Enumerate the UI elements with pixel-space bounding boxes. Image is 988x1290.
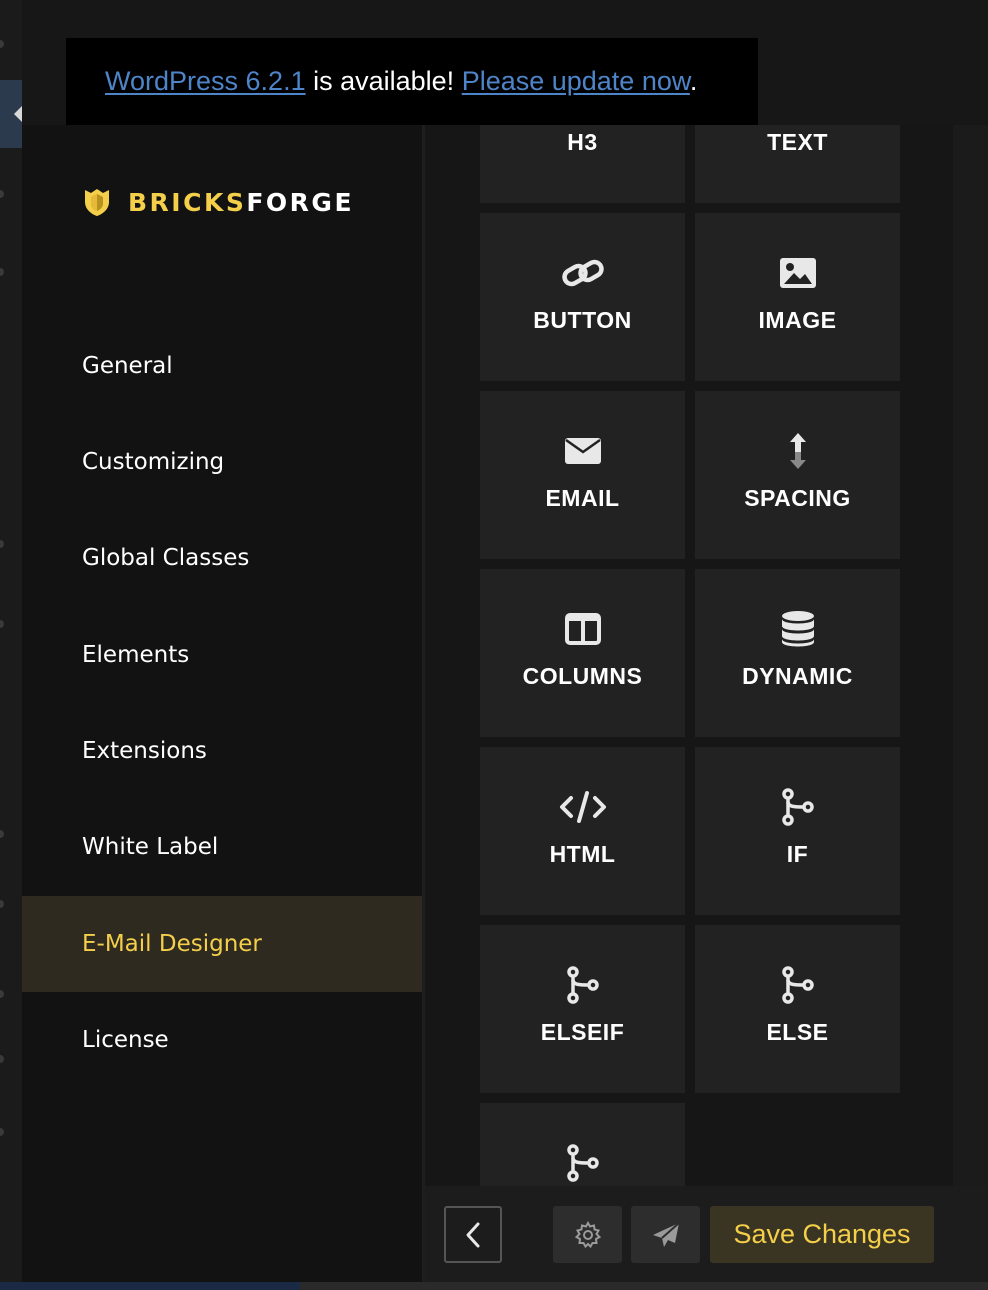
branch-icon [480,966,685,1004]
settings-button[interactable] [553,1206,622,1263]
element-label: HTML [549,841,616,867]
sidebar-item-email-designer[interactable]: E-Mail Designer [22,896,422,992]
update-notice: WordPress 6.2.1 is available! Please upd… [66,38,758,125]
editor-footer-toolbar: Save Changes [425,1186,988,1282]
element-label: SPACING [744,485,851,511]
window-bottom-edge [0,1282,988,1290]
wp-menu-icon[interactable] [0,620,4,628]
sidebar-item-white-label[interactable]: White Label [22,799,422,895]
element-label: H3 [567,129,598,155]
element-label: BUTTON [533,307,632,333]
element-tile-if[interactable]: IF [695,747,900,915]
branch-icon [695,788,900,826]
branch-icon [480,1144,685,1182]
save-changes-label: Save Changes [733,1219,911,1249]
bricksforge-sidebar: BRICKSFORGE General Customizing Global C… [22,125,422,1290]
element-tile-text[interactable]: TEXT [695,125,900,203]
element-tile-endif[interactable] [480,1103,685,1186]
sidebar-item-label: Global Classes [82,545,250,571]
vertical-arrows-icon [695,433,900,469]
right-edge-panel [953,125,988,1290]
element-tile-h3[interactable]: H3 [480,125,685,203]
update-now-link[interactable]: Please update now [462,66,690,96]
link-icon [480,255,685,291]
sidebar-item-label: E-Mail Designer [82,931,262,957]
branch-icon [695,966,900,1004]
element-tile-dynamic[interactable]: DYNAMIC [695,569,900,737]
element-label: COLUMNS [522,663,643,689]
wp-admin-menu-strip [0,0,22,1290]
columns-icon [480,611,685,647]
paper-plane-icon [652,1221,680,1247]
sidebar-item-extensions[interactable]: Extensions [22,703,422,799]
wp-admin-active-menu-indicator[interactable] [0,80,22,148]
edge-tint [0,1282,300,1290]
sidebar-item-label: Customizing [82,449,225,475]
wordpress-version-link[interactable]: WordPress 6.2.1 [105,66,306,96]
chevron-left-icon [466,1222,480,1247]
sidebar-item-license[interactable]: License [22,992,422,1088]
element-label: EMAIL [545,485,620,511]
element-label: ELSE [766,1019,829,1045]
sidebar-item-label: Extensions [82,738,207,764]
back-button[interactable] [444,1206,502,1263]
envelope-icon [480,433,685,469]
save-changes-button[interactable]: Save Changes [710,1206,934,1263]
element-tile-email[interactable]: EMAIL [480,391,685,559]
sidebar-item-general[interactable]: General [22,318,422,414]
bricksforge-logo: BRICKSFORGE [82,187,354,217]
element-tile-else[interactable]: ELSE [695,925,900,1093]
element-tile-html[interactable]: HTML [480,747,685,915]
element-label: IMAGE [758,307,837,333]
bricksforge-shield-icon [85,189,109,216]
wp-menu-icon[interactable] [0,1128,4,1136]
wp-menu-icon[interactable] [0,268,4,276]
bricksforge-wordmark: BRICKSFORGE [128,187,355,217]
element-label: TEXT [767,129,828,155]
sidebar-item-label: License [82,1027,169,1053]
element-tile-columns[interactable]: COLUMNS [480,569,685,737]
element-tile-spacing[interactable]: SPACING [695,391,900,559]
wp-menu-icon[interactable] [0,40,4,48]
element-label: DYNAMIC [742,663,853,689]
sidebar-item-label: White Label [82,834,219,860]
wp-menu-icon[interactable] [0,830,4,838]
element-label: ELSEIF [540,1019,625,1045]
wp-menu-icon[interactable] [0,1055,4,1063]
sidebar-item-label: General [82,353,173,379]
element-tile-image[interactable]: IMAGE [695,213,900,381]
send-test-button[interactable] [631,1206,700,1263]
sidebar-item-elements[interactable]: Elements [22,607,422,703]
element-tile-button[interactable]: BUTTON [480,213,685,381]
wp-menu-icon[interactable] [0,900,4,908]
sidebar-item-label: Elements [82,642,190,668]
code-icon [480,789,685,825]
sidebar-item-customizing[interactable]: Customizing [22,414,422,510]
notice-end: . [689,66,698,96]
gear-icon [574,1220,601,1248]
image-icon [695,255,900,291]
wp-menu-icon[interactable] [0,990,4,998]
element-label: IF [786,841,809,867]
sidebar-item-global-classes[interactable]: Global Classes [22,510,422,606]
email-elements-panel: H3 TEXT BUTTON IMAGE EMAIL SPACING COLUM… [425,125,953,1186]
wp-menu-icon[interactable] [0,540,4,548]
database-icon [695,611,900,647]
element-tile-elseif[interactable]: ELSEIF [480,925,685,1093]
wp-menu-icon[interactable] [0,190,4,198]
notice-text: is available! [305,66,462,96]
